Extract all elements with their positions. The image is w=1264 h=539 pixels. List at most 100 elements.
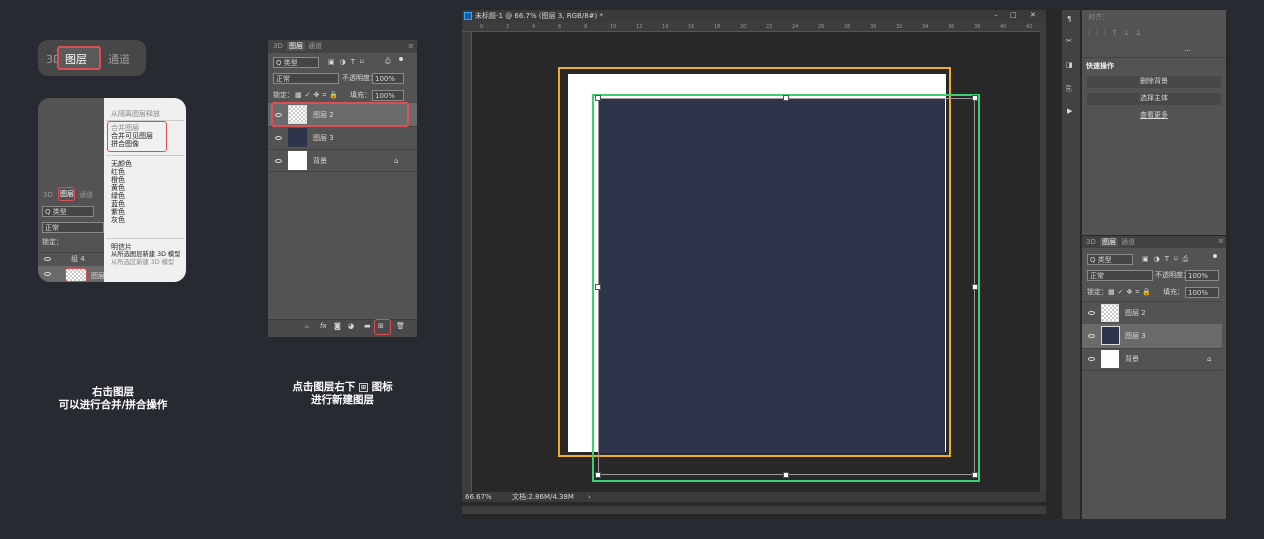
history-icon[interactable]: ⎘ (1066, 86, 1072, 93)
mini-tab-layers[interactable]: 图层 (60, 191, 74, 198)
tab-3d[interactable]: 3D (273, 43, 283, 50)
menu-item-color[interactable]: 蓝色 (111, 200, 125, 208)
panel-menu-icon[interactable]: ≡ (1218, 238, 1224, 245)
filter-toggle-dot[interactable] (1213, 254, 1217, 258)
filter-icons[interactable]: ▣◑T⌑ (328, 59, 369, 66)
tab-layers[interactable]: 图层 (65, 51, 87, 67)
caption-mid-line2: 进行新建图层 (311, 394, 374, 406)
transform-handle[interactable] (595, 472, 601, 478)
actions-play-icon[interactable]: ▶ (1067, 108, 1072, 115)
align-icons[interactable]: ⫶⫶⫶⊤⊥⊥ (1088, 30, 1148, 37)
fill-label: 填充： (350, 91, 371, 99)
new-layer-icon[interactable]: ⊞ (378, 323, 384, 330)
eye-icon[interactable] (275, 136, 282, 140)
transform-handle[interactable] (595, 95, 601, 101)
fx-icon[interactable]: fx (320, 323, 327, 330)
eye-icon[interactable] (275, 159, 282, 163)
caption-left-line1: 右击图层 (92, 386, 134, 398)
menu-item-merge-layers[interactable]: 合并图层 (111, 124, 139, 132)
mini-filter[interactable]: Q 类型 (42, 206, 94, 217)
transform-bounding-box[interactable] (598, 98, 975, 475)
filter-toggle-dot[interactable] (399, 57, 403, 61)
menu-item-flatten-image[interactable]: 拼合图像 (111, 140, 139, 148)
eye-icon[interactable] (1088, 334, 1095, 338)
maximize-button[interactable]: □ (1010, 12, 1017, 19)
menu-item-color[interactable]: 黄色 (111, 184, 125, 192)
blend-mode-dropdown[interactable]: 正常 (273, 73, 339, 84)
lock-icons[interactable]: ▩✓✥⌗🔒 (295, 92, 341, 99)
filter-dropdown[interactable]: Q 类型 (273, 57, 319, 68)
adjustment-icon[interactable]: ◕ (348, 323, 354, 330)
paragraph-icon[interactable]: ¶ (1067, 16, 1071, 23)
menu-item-color[interactable]: 橙色 (111, 176, 125, 184)
tab-3d[interactable]: 3D (1086, 239, 1096, 246)
transform-handle[interactable] (783, 472, 789, 478)
menu-item-color[interactable]: 绿色 (111, 192, 125, 200)
transform-handle[interactable] (972, 95, 978, 101)
mini-blend-mode[interactable]: 正常 (42, 222, 104, 233)
tools-icon[interactable]: ✂ (1066, 38, 1072, 45)
status-arrow-icon[interactable]: › (588, 494, 591, 501)
layer-name: 图层 3 (1125, 332, 1146, 340)
transform-handle[interactable] (595, 284, 601, 290)
filter-dropdown[interactable]: Q 类型 (1087, 254, 1133, 265)
eye-icon[interactable] (275, 113, 282, 117)
menu-item-color[interactable]: 红色 (111, 168, 125, 176)
menu-item-color[interactable]: 灰色 (111, 216, 125, 224)
mini-tab-channels[interactable]: 通道 (79, 192, 93, 199)
tab-channels[interactable]: 通道 (1121, 239, 1135, 246)
mini-tab-3d[interactable]: 3D (43, 192, 53, 199)
panel-menu-icon[interactable]: ≡ (408, 43, 414, 50)
learn-more-link[interactable]: 查看更多 (1087, 112, 1221, 119)
menu-item-release-isolation[interactable]: 从隔离图层释放 (111, 110, 160, 118)
eye-icon[interactable] (44, 257, 51, 261)
smart-filter-icon[interactable]: ⎙ (385, 58, 391, 65)
blend-mode-dropdown[interactable]: 正常 (1087, 270, 1153, 281)
fill-input[interactable]: 100% (372, 90, 404, 101)
menu-item-merge-visible[interactable]: 合并可见图层 (111, 132, 153, 140)
ruler-tick-label: 36 (948, 24, 955, 30)
mask-icon[interactable]: ◙ (334, 323, 341, 330)
opacity-input[interactable]: 100% (1185, 270, 1219, 281)
menu-divider (106, 155, 184, 156)
menu-item-new-3d-selection[interactable]: 从所选区新建 3D 模型 (111, 259, 174, 267)
select-subject-button[interactable]: 选择主体 (1087, 93, 1221, 105)
horizontal-scrollbar[interactable] (462, 506, 1046, 514)
tab-channels[interactable]: 通道 (308, 43, 322, 50)
properties-icon[interactable]: ◨ (1066, 62, 1073, 69)
eye-icon[interactable] (1088, 311, 1095, 315)
layer-thumbnail (1101, 326, 1120, 345)
ruler-tick-label: 20 (740, 24, 747, 30)
transform-handle[interactable] (783, 95, 789, 101)
zoom-level[interactable]: 66.67% (465, 494, 492, 501)
ruler-tick-label: 12 (636, 24, 643, 30)
link-icon[interactable]: ∞ (304, 324, 310, 331)
menu-item-postcard[interactable]: 明信片 (111, 243, 132, 251)
minimize-button[interactable]: – (994, 12, 998, 19)
vertical-scrollbar[interactable] (1040, 22, 1046, 492)
layer-name: 背景 (313, 157, 327, 165)
eye-icon[interactable] (44, 272, 51, 276)
tab-layers[interactable]: 图层 (1100, 238, 1118, 247)
menu-item-color[interactable]: 无颜色 (111, 160, 132, 168)
menu-item-new-3d-layer[interactable]: 从所选图层新建 3D 模型 (111, 251, 181, 259)
more-options[interactable]: ... (1184, 46, 1191, 53)
fill-input[interactable]: 100% (1185, 287, 1219, 298)
menu-item-color[interactable]: 紫色 (111, 208, 125, 216)
trash-icon[interactable]: 🗑 (396, 323, 405, 330)
transform-handle[interactable] (972, 472, 978, 478)
menu-divider (106, 238, 184, 239)
remove-background-button[interactable]: 删除背景 (1087, 76, 1221, 88)
tab-layers[interactable]: 图层 (287, 42, 305, 51)
layer-thumbnail (288, 105, 307, 124)
transform-handle[interactable] (972, 284, 978, 290)
close-button[interactable]: ✕ (1030, 12, 1036, 19)
doc-info[interactable]: 文档:2.86M/4.38M (512, 494, 574, 501)
opacity-input[interactable]: 100% (372, 73, 404, 84)
divider (1082, 57, 1226, 58)
tab-channels[interactable]: 通道 (108, 51, 130, 67)
lock-icons[interactable]: ▩✓✥⌗🔒 (1108, 289, 1154, 296)
eye-icon[interactable] (1088, 357, 1095, 361)
group-folder-icon[interactable]: ▬ (364, 323, 371, 330)
filter-icons[interactable]: ▣◑T⌑⎙ (1142, 256, 1193, 263)
